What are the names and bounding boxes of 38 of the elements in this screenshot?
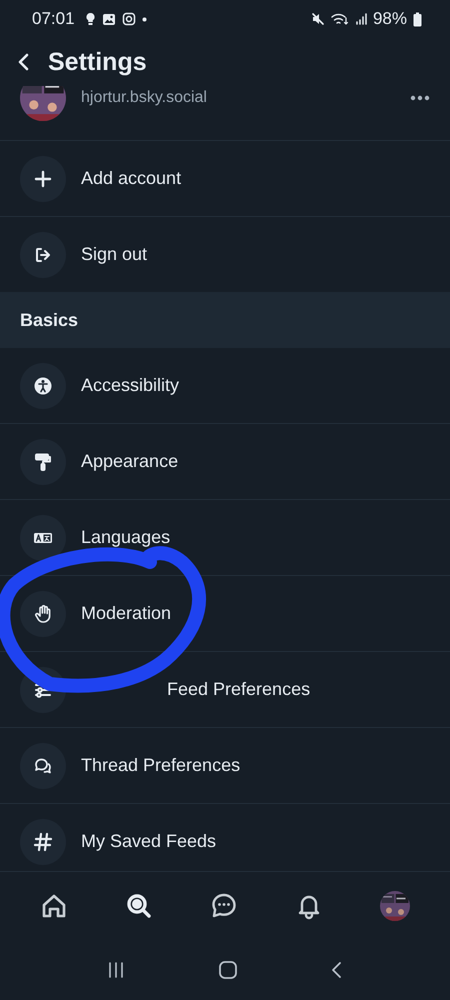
settings-item[interactable]: Appearance <box>0 424 450 500</box>
back-nav-icon[interactable] <box>330 960 344 980</box>
home-icon <box>40 892 68 920</box>
settings-item[interactable]: Feed Preferences <box>0 652 450 728</box>
sign-out-icon <box>20 232 66 278</box>
account-row[interactable]: hjortur.bsky.social <box>0 86 450 141</box>
search-icon <box>125 892 154 920</box>
hash-icon <box>20 818 66 864</box>
settings-item[interactable]: Languages <box>0 500 450 576</box>
clock-time: 07:01 <box>32 9 75 29</box>
settings-item[interactable]: Accessibility <box>0 348 450 424</box>
page-title: Settings <box>48 48 147 76</box>
sliders-icon <box>20 666 66 712</box>
dot-icon <box>142 16 147 22</box>
lightbulb-icon <box>84 12 96 26</box>
plus-icon <box>20 156 66 202</box>
account-handle: hjortur.bsky.social <box>81 89 208 107</box>
section-title: Basics <box>20 310 78 330</box>
battery-icon <box>413 12 422 26</box>
signal-icon <box>354 13 367 25</box>
recent-apps-icon[interactable] <box>106 961 126 979</box>
hand-icon <box>20 590 66 636</box>
chat-icon <box>210 892 238 920</box>
translate-icon <box>20 514 66 560</box>
accessibility-icon <box>20 362 66 408</box>
home-nav-icon[interactable] <box>218 960 238 980</box>
settings-item[interactable]: Add account <box>0 141 450 217</box>
image-icon <box>102 12 116 26</box>
settings-item[interactable]: Thread Preferences <box>0 728 450 804</box>
mute-icon <box>310 12 325 26</box>
paint-roller-icon <box>20 438 66 484</box>
battery-percent: 98% <box>372 9 407 29</box>
wifi-icon <box>330 12 349 26</box>
camera-icon <box>122 12 136 26</box>
settings-item[interactable]: Moderation <box>0 576 450 652</box>
speech-bubbles-icon <box>20 742 66 788</box>
more-icon[interactable] <box>410 95 430 101</box>
settings-item[interactable]: My Saved Feeds <box>0 804 450 871</box>
